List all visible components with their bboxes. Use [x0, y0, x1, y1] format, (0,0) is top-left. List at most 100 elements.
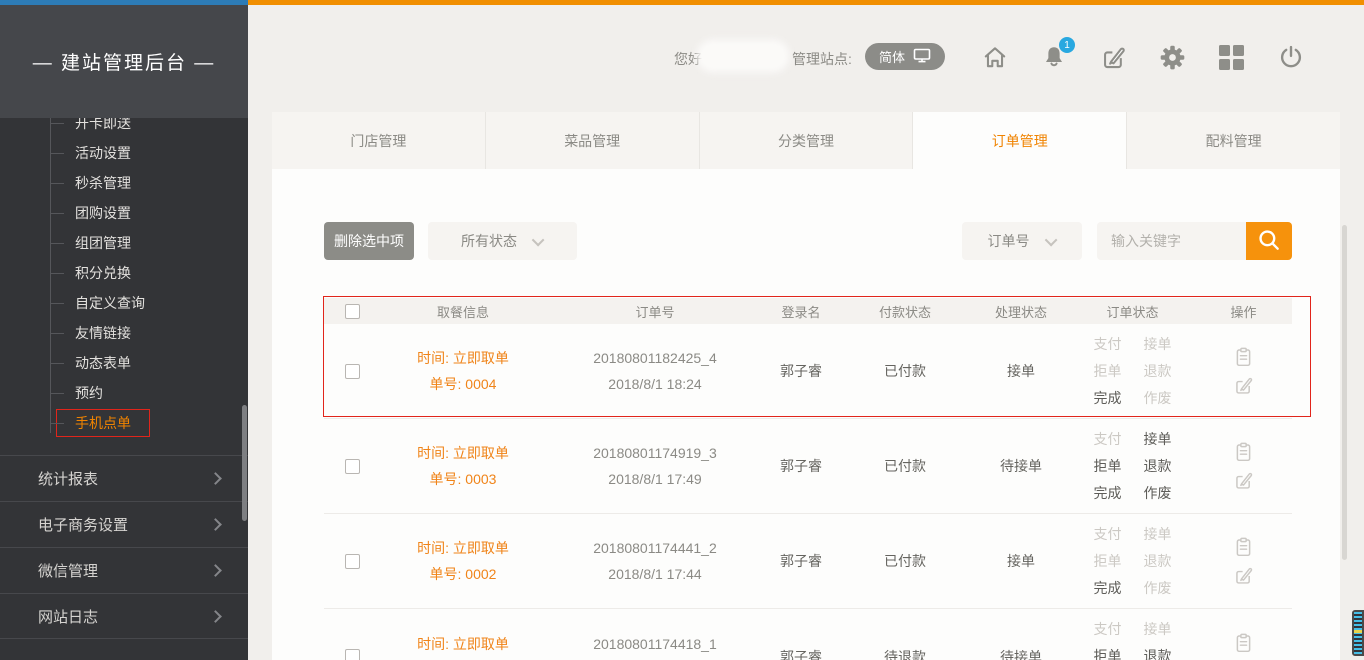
status-link-5[interactable]: 作废 [1144, 480, 1172, 507]
page-scrollbar[interactable] [1342, 225, 1347, 560]
sidebar-item-label: 自定义查询 [75, 293, 145, 313]
sidebar-item-label: 手机点单 [56, 409, 150, 437]
column-header: 操作 [1195, 302, 1292, 321]
tab-3[interactable]: 订单管理 [913, 112, 1127, 169]
search-input[interactable] [1097, 222, 1246, 260]
sidebar-header: — 建站管理后台 — [0, 5, 248, 118]
status-filter-dropdown[interactable]: 所有状态 [428, 222, 577, 260]
column-header: 登录名 [764, 302, 838, 321]
row-checkbox[interactable] [345, 554, 360, 569]
apps-grid-icon[interactable] [1217, 43, 1245, 71]
order-number: 20180801174418_1 [546, 631, 764, 660]
pickup-info: 时间: 立即取单单号: 0002 [380, 535, 546, 587]
status-link-5: 作废 [1144, 385, 1172, 412]
sidebar-item-10[interactable]: 手机点单 [0, 408, 248, 438]
sidebar-section-label: 微信管理 [38, 560, 98, 581]
language-label: 简体 [879, 47, 905, 66]
sidebar-section-3[interactable]: 网站日志 [0, 593, 248, 639]
copy-order-icon[interactable] [1233, 536, 1254, 558]
app-title: — 建站管理后台 — [33, 48, 216, 75]
pickup-time: 时间: 立即取单 [417, 631, 509, 657]
gear-icon[interactable] [1158, 43, 1186, 71]
copy-order-icon[interactable] [1233, 441, 1254, 463]
row-checkbox[interactable] [345, 649, 360, 660]
status-link-1: 接单 [1144, 616, 1172, 643]
status-link-0: 支付 [1094, 521, 1122, 548]
home-icon[interactable] [981, 43, 1009, 71]
search-button[interactable] [1246, 222, 1292, 260]
sidebar: — 建站管理后台 — 开卡即送活动设置秒杀管理团购设置组团管理积分兑换自定义查询… [0, 5, 248, 660]
floating-widget[interactable] [1352, 610, 1364, 656]
status-link-3: 退款 [1144, 358, 1172, 385]
sidebar-item-8[interactable]: 动态表单 [0, 348, 248, 378]
search-icon [1256, 227, 1282, 256]
status-link-2[interactable]: 拒单 [1094, 453, 1122, 480]
status-link-4[interactable]: 完成 [1094, 575, 1122, 602]
edit-order-icon[interactable] [1233, 375, 1254, 396]
status-link-3[interactable]: 退款 [1144, 643, 1172, 660]
sidebar-item-2[interactable]: 秒杀管理 [0, 168, 248, 198]
delete-selected-button[interactable]: 删除选中项 [324, 222, 414, 260]
tab-4[interactable]: 配料管理 [1127, 112, 1340, 169]
orders-table: 取餐信息订单号登录名付款状态处理状态订单状态操作 时间: 立即取单单号: 000… [324, 298, 1292, 660]
status-link-4[interactable]: 完成 [1094, 385, 1122, 412]
sidebar-menu: 开卡即送活动设置秒杀管理团购设置组团管理积分兑换自定义查询友情链接动态表单预约手… [0, 108, 248, 438]
payment-status: 已付款 [838, 551, 972, 571]
chevron-right-icon [209, 564, 222, 577]
column-header: 处理状态 [972, 302, 1070, 321]
column-header: 付款状态 [838, 302, 972, 321]
status-links: 支付接单拒单退款完成作废 [1094, 331, 1172, 412]
sidebar-item-7[interactable]: 友情链接 [0, 318, 248, 348]
status-link-0: 支付 [1094, 331, 1122, 358]
compose-icon[interactable] [1099, 43, 1127, 71]
status-link-1[interactable]: 接单 [1144, 426, 1172, 453]
edit-order-icon[interactable] [1233, 565, 1254, 586]
status-links: 支付接单拒单退款完成作废 [1094, 426, 1172, 507]
status-link-4[interactable]: 完成 [1094, 480, 1122, 507]
order-number-text: 20180801174919_3 [593, 440, 717, 466]
power-icon[interactable] [1277, 43, 1305, 71]
sidebar-item-9[interactable]: 预约 [0, 378, 248, 408]
row-checkbox[interactable] [345, 364, 360, 379]
status-link-2: 拒单 [1094, 548, 1122, 575]
processing-status: 待接单 [972, 647, 1070, 660]
order-time: 2018/8/1 17:44 [608, 561, 701, 587]
sidebar-item-4[interactable]: 组团管理 [0, 228, 248, 258]
pickup-number: 单号: 0002 [430, 561, 497, 587]
table-row: 时间: 立即取单单号: 000320180801174919_32018/8/1… [324, 419, 1292, 514]
table-header: 取餐信息订单号登录名付款状态处理状态订单状态操作 [324, 298, 1292, 324]
order-status-cell: 支付接单拒单退款完成作废 [1070, 331, 1195, 412]
row-checkbox[interactable] [345, 459, 360, 474]
sidebar-item-3[interactable]: 团购设置 [0, 198, 248, 228]
sidebar-item-1[interactable]: 活动设置 [0, 138, 248, 168]
status-link-3[interactable]: 退款 [1144, 453, 1172, 480]
tab-content: 删除选中项 所有状态 订单号 [272, 169, 1340, 660]
tab-2[interactable]: 分类管理 [700, 112, 914, 169]
main-panel: 门店管理菜品管理分类管理订单管理配料管理 删除选中项 所有状态 订单号 [272, 112, 1340, 660]
status-link-5: 作废 [1144, 575, 1172, 602]
tab-1[interactable]: 菜品管理 [486, 112, 700, 169]
edit-order-icon[interactable] [1233, 470, 1254, 491]
copy-order-icon[interactable] [1233, 346, 1254, 368]
tab-0[interactable]: 门店管理 [272, 112, 486, 169]
copy-order-icon[interactable] [1233, 632, 1254, 654]
order-status-cell: 支付接单拒单退款完成作废 [1070, 616, 1195, 660]
sidebar-section-1[interactable]: 电子商务设置 [0, 501, 248, 547]
status-link-2[interactable]: 拒单 [1094, 643, 1122, 660]
bell-icon[interactable]: 1 [1040, 43, 1068, 71]
row-checkbox-cell [324, 459, 380, 474]
username-redacted [700, 43, 786, 69]
sidebar-section-label: 统计报表 [38, 468, 98, 489]
language-switch-button[interactable]: 简体 [865, 43, 945, 70]
select-all-checkbox[interactable] [345, 304, 360, 319]
sidebar-item-label: 预约 [75, 383, 103, 403]
chevron-right-icon [209, 518, 222, 531]
order-number-text: 20180801174441_2 [593, 535, 717, 561]
sidebar-item-5[interactable]: 积分兑换 [0, 258, 248, 288]
sidebar-item-6[interactable]: 自定义查询 [0, 288, 248, 318]
sidebar-section-2[interactable]: 微信管理 [0, 547, 248, 593]
sidebar-section-0[interactable]: 统计报表 [0, 455, 248, 501]
search-field-dropdown[interactable]: 订单号 [962, 222, 1082, 260]
tab-bar: 门店管理菜品管理分类管理订单管理配料管理 [272, 112, 1340, 169]
greeting-text: 您好 [674, 49, 702, 69]
